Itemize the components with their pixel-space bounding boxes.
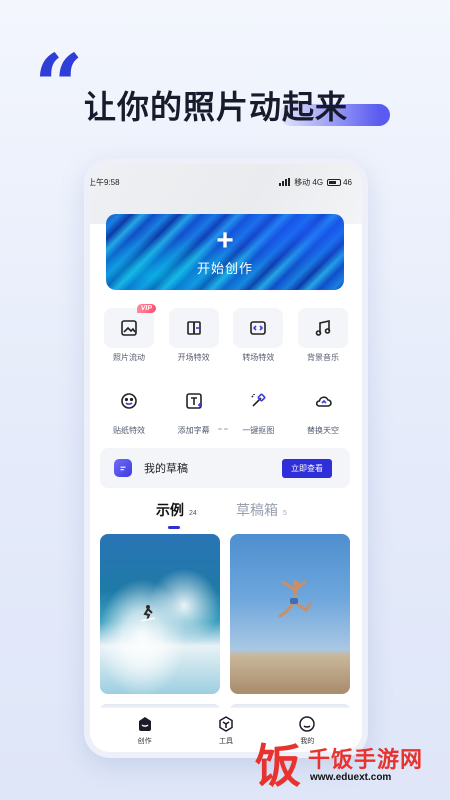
active-tab-indicator xyxy=(168,526,180,529)
nav-tools[interactable]: 工具 xyxy=(196,715,256,746)
tool-opening-effect[interactable]: 开场特效 xyxy=(167,308,221,363)
tool-label: 照片流动 xyxy=(113,353,145,362)
sticker-icon xyxy=(121,393,137,409)
watermark: 饭 千饭手游网 www.eduext.com xyxy=(252,736,442,794)
start-creating-label: 开始创作 xyxy=(196,260,253,276)
example-photo-surfer[interactable] xyxy=(100,534,220,694)
tab-examples[interactable]: 示例 24 xyxy=(156,500,197,520)
battery-icon: 46 xyxy=(327,178,352,187)
content-tabs: 示例 24 草稿箱 5 xyxy=(90,500,362,530)
tab-count: 24 xyxy=(189,510,197,517)
battery-level: 46 xyxy=(343,177,352,187)
phone-mockup: 上午9:58 移动 4G 46 + 开始创作 VIP 照片流动 开场特效 转场特… xyxy=(84,158,368,758)
status-bar: 上午9:58 移动 4G 46 xyxy=(90,174,362,190)
magic-cutout-icon xyxy=(251,393,266,407)
tool-one-click-cutout[interactable]: 一键抠图 xyxy=(231,381,285,436)
tool-label: 添加字幕 xyxy=(177,426,210,435)
tab-label: 示例 xyxy=(156,502,184,518)
tool-replace-sky[interactable]: 替换天空 xyxy=(296,381,350,436)
nav-label: 工具 xyxy=(218,737,233,745)
signal-icon xyxy=(279,178,291,186)
tool-add-subtitle[interactable]: 添加字幕 xyxy=(167,381,221,436)
subtitle-icon xyxy=(185,393,202,409)
tool-label: 替换天空 xyxy=(306,426,339,435)
jumper-figure xyxy=(278,580,312,618)
transition-icon xyxy=(250,321,267,335)
quote-mark-icon: “ xyxy=(34,36,84,137)
opening-effect-icon xyxy=(186,321,201,335)
music-icon xyxy=(315,320,331,336)
tool-background-music[interactable]: 背景音乐 xyxy=(296,308,350,363)
tool-label: 一键抠图 xyxy=(242,426,275,435)
tool-label: 背景音乐 xyxy=(306,353,339,362)
status-time: 上午9:58 xyxy=(88,177,120,187)
example-photo-jumper[interactable] xyxy=(230,534,350,694)
profile-icon xyxy=(299,715,316,732)
watermark-logo: 饭 xyxy=(255,739,301,793)
tab-label: 草稿箱 xyxy=(236,502,278,518)
tool-label: 贴纸特效 xyxy=(113,426,145,435)
tool-sticker-effect[interactable]: 贴纸特效 xyxy=(102,381,156,436)
tool-transition-effect[interactable]: 转场特效 xyxy=(231,308,285,363)
tab-count: 5 xyxy=(283,510,287,517)
tools-icon xyxy=(219,715,233,732)
nav-label: 创作 xyxy=(137,737,152,745)
headline: 让你的照片动起来 xyxy=(84,89,349,125)
tool-grid: VIP 照片流动 开场特效 转场特效 背景音乐 贴纸特效 添加字幕 一键抠图 替… xyxy=(102,304,350,454)
tool-label: 开场特效 xyxy=(177,353,210,362)
watermark-name: 千饭手游网 xyxy=(308,747,424,772)
surfer-figure xyxy=(140,605,156,622)
image-icon xyxy=(121,320,137,336)
carrier-label: 移动 4G xyxy=(294,177,324,187)
start-creating-button[interactable]: + 开始创作 xyxy=(106,214,344,290)
watermark-url: www.eduext.com xyxy=(310,772,392,783)
drafts-icon xyxy=(114,459,132,477)
my-drafts-card[interactable]: 我的草稿 立即查看 xyxy=(100,448,350,488)
cloud-icon xyxy=(315,396,332,407)
view-now-button[interactable]: 立即查看 xyxy=(282,458,332,478)
create-icon xyxy=(138,716,151,731)
nav-create[interactable]: 创作 xyxy=(115,715,175,746)
my-drafts-label: 我的草稿 xyxy=(144,463,188,475)
tool-label: 转场特效 xyxy=(242,353,275,362)
tab-drafts[interactable]: 草稿箱 5 xyxy=(236,500,287,520)
vip-badge: VIP xyxy=(136,304,156,313)
plus-icon: + xyxy=(216,223,234,257)
page-indicator xyxy=(218,428,228,430)
status-indicators: 移动 4G 46 xyxy=(279,177,352,188)
tool-photo-flow[interactable]: VIP 照片流动 xyxy=(102,304,156,363)
